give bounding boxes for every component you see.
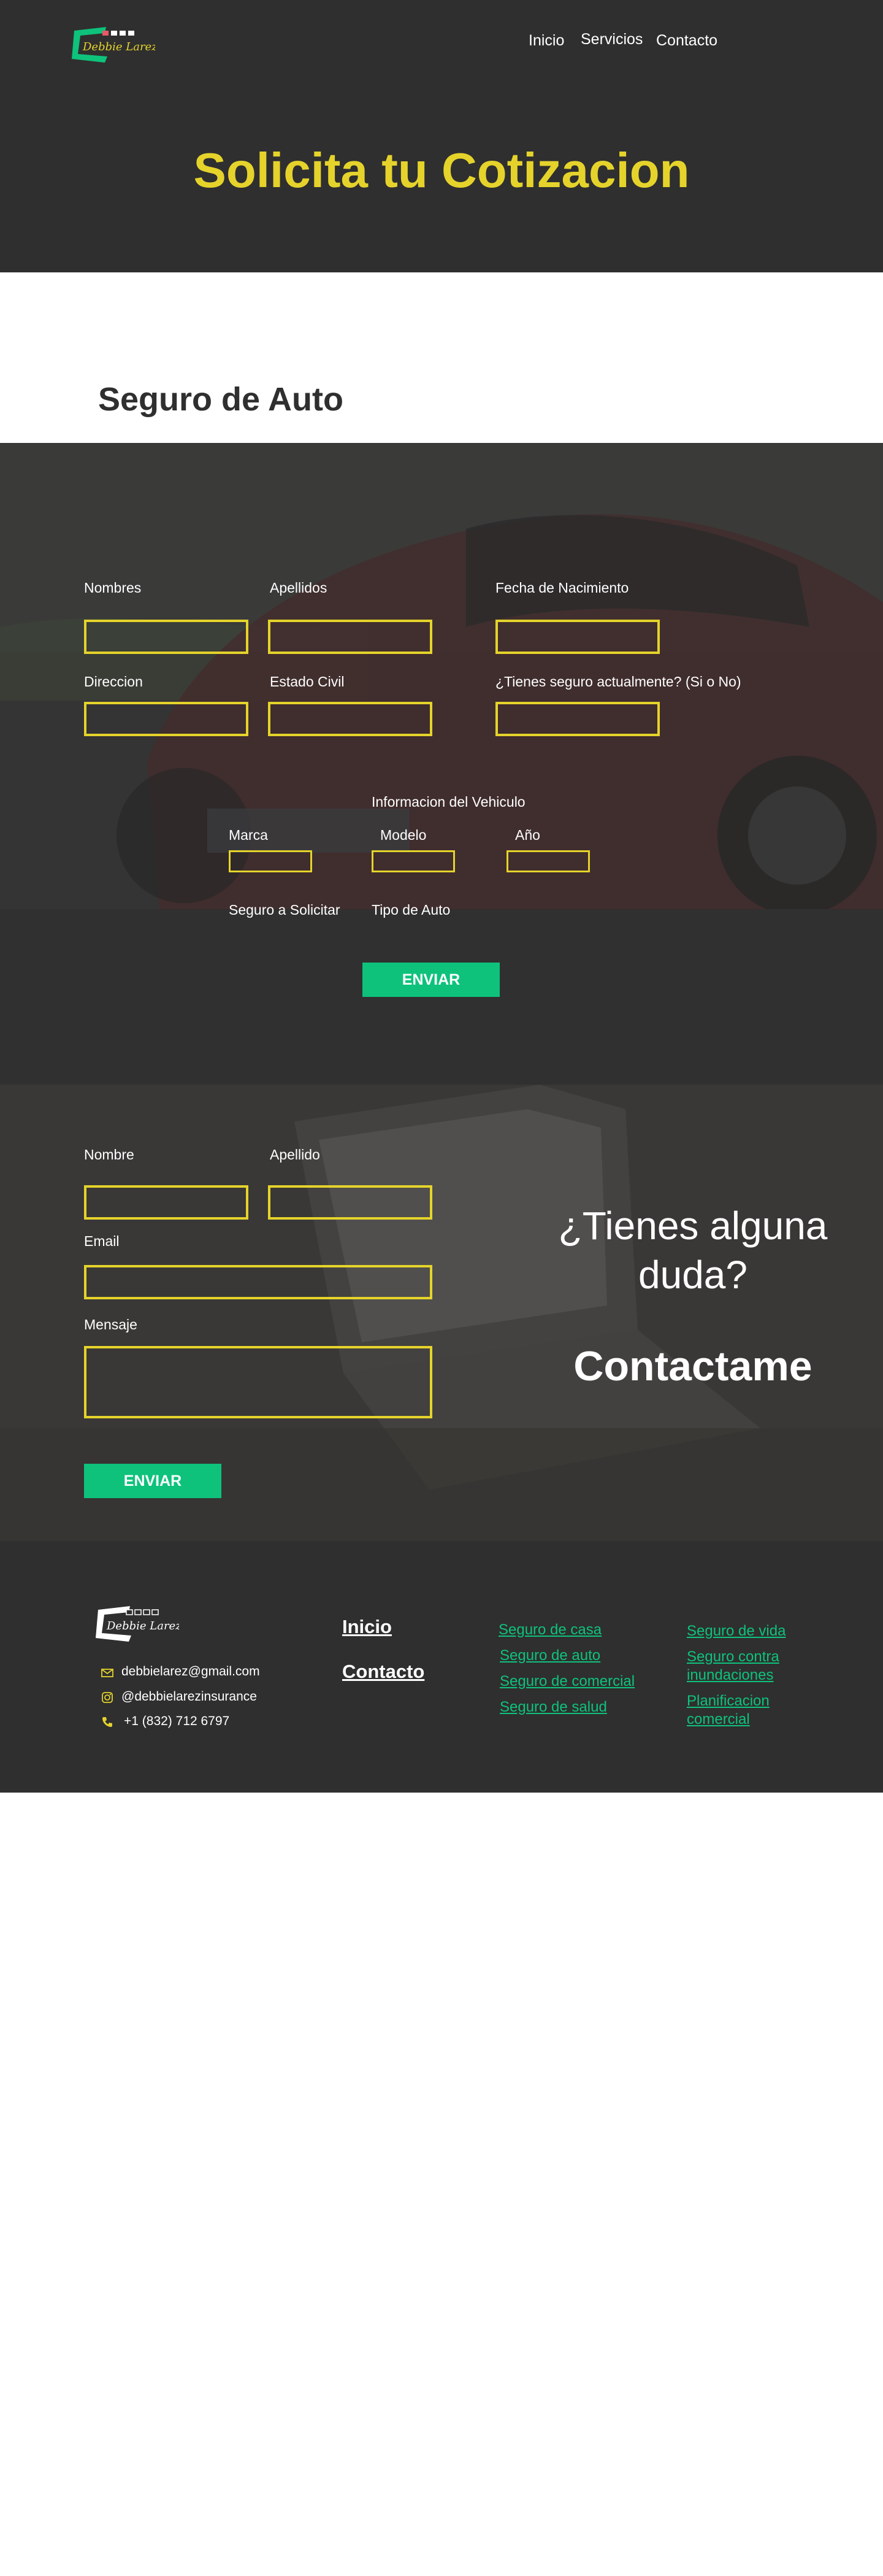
quote-submit-button[interactable]: ENVIAR	[362, 963, 500, 997]
footer-logo[interactable]: Debbie Larez	[93, 1604, 182, 1644]
contact-nombre-input[interactable]	[84, 1185, 248, 1220]
contact-email-label: Email	[84, 1233, 120, 1249]
apellidos-label: Apellidos	[270, 580, 327, 596]
seguro-solicitar-select[interactable]: Seguro a Solicitar	[229, 902, 340, 918]
anio-label: Año	[515, 827, 540, 843]
service-seguro-auto[interactable]: Seguro de auto	[500, 1647, 600, 1665]
footer-email[interactable]: debbielarez@gmail.com	[121, 1664, 260, 1679]
hero-header: Debbie Larez Inicio Servicios Contacto S…	[0, 0, 883, 272]
service-seguro-inundaciones[interactable]: Seguro contra inundaciones	[687, 1648, 797, 1685]
nav-servicios[interactable]: Servicios	[581, 31, 643, 48]
contact-apellido-input[interactable]	[268, 1185, 432, 1220]
vehicle-info-heading: Informacion del Vehiculo	[372, 794, 526, 810]
footer-logo-icon: Debbie Larez	[96, 1606, 182, 1642]
service-seguro-salud[interactable]: Seguro de salud	[500, 1698, 607, 1717]
fecha-nacimiento-label: Fecha de Nacimiento	[495, 580, 629, 596]
direccion-input[interactable]	[84, 702, 248, 736]
marca-input[interactable]	[229, 850, 312, 872]
contact-mensaje-label: Mensaje	[84, 1317, 137, 1332]
service-planificacion-comercial[interactable]: Planificacion comercial	[687, 1692, 797, 1729]
seguro-actual-input[interactable]	[495, 702, 660, 736]
contact-email-input[interactable]	[84, 1265, 432, 1299]
contact-apellido-label: Apellido	[270, 1147, 320, 1163]
contact-submit-button[interactable]: ENVIAR	[84, 1464, 221, 1498]
nav-contacto[interactable]: Contacto	[656, 32, 717, 50]
phone-icon	[102, 1717, 112, 1727]
anio-input[interactable]	[506, 850, 590, 872]
quote-form-section: Nombres Apellidos Fecha de Nacimiento Di…	[0, 443, 883, 1085]
contact-nombre-label: Nombre	[84, 1147, 134, 1163]
marca-label: Marca	[229, 827, 268, 843]
direccion-label: Direccion	[84, 674, 143, 690]
footer-nav-inicio[interactable]: Inicio	[342, 1616, 392, 1638]
footer: Debbie Larez debbielarez@gmail.com @debb…	[0, 1541, 883, 1793]
contact-question: ¿Tienes alguna duda?	[558, 1204, 828, 1297]
logo[interactable]: Debbie Larez	[69, 25, 158, 65]
fecha-nacimiento-input[interactable]	[495, 620, 660, 654]
apellidos-input[interactable]	[268, 620, 432, 654]
footer-logo-text: Debbie Larez	[106, 1620, 179, 1632]
contact-mensaje-textarea[interactable]	[84, 1346, 432, 1418]
modelo-label: Modelo	[380, 827, 427, 843]
contact-cta[interactable]: Contactame	[540, 1342, 846, 1390]
service-seguro-comercial[interactable]: Seguro de comercial	[500, 1672, 635, 1691]
service-seguro-casa[interactable]: Seguro de casa	[499, 1621, 602, 1639]
service-seguro-vida[interactable]: Seguro de vida	[687, 1622, 797, 1640]
section-title: Seguro de Auto	[98, 381, 343, 418]
footer-nav-contacto[interactable]: Contacto	[342, 1661, 424, 1683]
contact-section: Nombre Apellido Email Mensaje ENVIAR ¿Ti…	[0, 1085, 883, 1541]
nav-inicio[interactable]: Inicio	[529, 32, 564, 50]
logo-icon: Debbie Larez	[72, 27, 158, 63]
seguro-actual-label: ¿Tienes seguro actualmente? (Si o No)	[495, 674, 741, 690]
nombres-input[interactable]	[84, 620, 248, 654]
logo-text: Debbie Larez	[82, 40, 155, 53]
modelo-input[interactable]	[372, 850, 455, 872]
estado-civil-label: Estado Civil	[270, 674, 345, 690]
page-title: Solicita tu Cotizacion	[193, 143, 690, 198]
footer-phone[interactable]: +1 (832) 712 6797	[124, 1714, 229, 1729]
estado-civil-input[interactable]	[268, 702, 432, 736]
mail-icon	[101, 1669, 113, 1677]
tipo-auto-select[interactable]: Tipo de Auto	[372, 902, 450, 918]
footer-instagram[interactable]: @debbielarezinsurance	[121, 1690, 257, 1704]
nombres-label: Nombres	[84, 580, 142, 596]
instagram-icon	[102, 1692, 113, 1703]
